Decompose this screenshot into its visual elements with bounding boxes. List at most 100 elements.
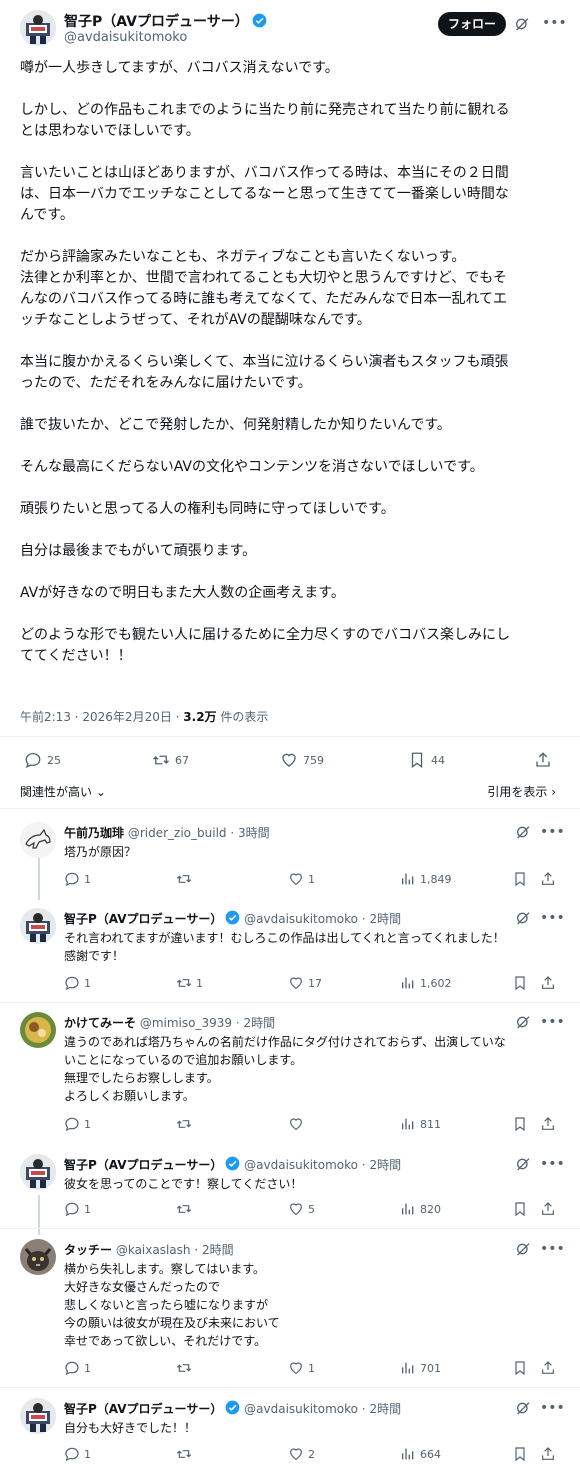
reply-button[interactable]: 1 bbox=[64, 1360, 91, 1376]
reply-item[interactable]: タッチー @kaixaslash · 2時間 ••• 横から失礼します。察しては… bbox=[0, 1239, 580, 1379]
grok-icon[interactable] bbox=[515, 1400, 531, 1416]
reply-author-name[interactable]: 智子P（AVプロデューサー） bbox=[64, 1402, 222, 1416]
share-button[interactable] bbox=[540, 1446, 556, 1462]
reply-item[interactable]: 智子P（AVプロデューサー） @avdaisukitomoko · 2時間 ••… bbox=[0, 1154, 580, 1228]
more-icon[interactable]: ••• bbox=[540, 911, 565, 925]
reply-author-handle[interactable]: @rider_zio_build bbox=[128, 826, 227, 840]
bookmark-button[interactable] bbox=[512, 1360, 528, 1376]
reply-author-name[interactable]: かけてみーそ bbox=[64, 1016, 136, 1030]
view-quotes-link[interactable]: 引用を表示 › bbox=[487, 783, 556, 800]
repost-button[interactable] bbox=[176, 1360, 196, 1376]
more-icon[interactable]: ••• bbox=[540, 1242, 565, 1256]
bookmark-button[interactable] bbox=[512, 871, 528, 887]
like-button[interactable]: 17 bbox=[288, 975, 322, 991]
views-button[interactable]: 820 bbox=[400, 1201, 441, 1217]
reply-separator: · bbox=[361, 1402, 366, 1416]
reply-count: 1 bbox=[84, 1361, 91, 1375]
repost-button[interactable] bbox=[176, 871, 196, 887]
follow-button[interactable]: フォロー bbox=[437, 12, 506, 36]
more-icon[interactable]: ••• bbox=[542, 16, 567, 30]
post-time[interactable]: 午前2:13 · 2026年2月20日 · bbox=[20, 710, 183, 724]
reply-avatar[interactable] bbox=[20, 908, 56, 944]
reply-item[interactable]: 智子P（AVプロデューサー） @avdaisukitomoko · 2時間 ••… bbox=[0, 908, 580, 998]
author-name[interactable]: 智子P（AVプロデューサー） bbox=[64, 11, 267, 31]
more-icon[interactable]: ••• bbox=[540, 1157, 565, 1171]
reply-time[interactable]: 2時間 bbox=[369, 1158, 401, 1172]
grok-icon[interactable] bbox=[515, 1156, 531, 1172]
reply-time[interactable]: 2時間 bbox=[369, 912, 401, 926]
reply-button[interactable]: 1 bbox=[64, 871, 91, 887]
share-button[interactable] bbox=[540, 1116, 556, 1132]
reply-avatar[interactable] bbox=[20, 1154, 56, 1190]
post-paragraph: 言いたいことは山ほどありますが、バコバス作ってる時は、本当にその２日間 は、日本… bbox=[20, 165, 509, 223]
views-count: 1,602 bbox=[420, 976, 452, 990]
bookmark-button[interactable]: 44 bbox=[408, 751, 445, 769]
like-button[interactable] bbox=[288, 1116, 308, 1132]
repost-button[interactable] bbox=[176, 1446, 196, 1462]
author-name-text: 智子P（AVプロデューサー） bbox=[64, 14, 249, 30]
more-icon[interactable]: ••• bbox=[540, 825, 565, 839]
repost-button[interactable]: 67 bbox=[152, 751, 189, 769]
reply-author-handle[interactable]: @mimiso_3939 bbox=[140, 1016, 232, 1030]
grok-icon[interactable] bbox=[515, 910, 531, 926]
reply-author-handle[interactable]: @avdaisukitomoko bbox=[244, 1158, 358, 1172]
reply-author-name[interactable]: タッチー bbox=[64, 1243, 112, 1257]
repost-button[interactable] bbox=[176, 1201, 196, 1217]
sort-dropdown[interactable]: 関連性が高い ⌄ bbox=[20, 783, 106, 800]
reply-author-name[interactable]: 午前乃珈琲 bbox=[64, 826, 124, 840]
share-button[interactable] bbox=[540, 1360, 556, 1376]
reply-author-name[interactable]: 智子P（AVプロデューサー） bbox=[64, 1158, 222, 1172]
reply-button[interactable]: 25 bbox=[24, 751, 61, 769]
reply-avatar[interactable] bbox=[20, 822, 56, 858]
bookmark-button[interactable] bbox=[512, 975, 528, 991]
bookmark-button[interactable] bbox=[512, 1116, 528, 1132]
reply-time[interactable]: 2時間 bbox=[369, 1402, 401, 1416]
reply-author-handle[interactable]: @avdaisukitomoko bbox=[244, 1402, 358, 1416]
share-button[interactable] bbox=[534, 751, 552, 769]
reply-separator: · bbox=[361, 912, 366, 926]
reply-button[interactable]: 1 bbox=[64, 975, 91, 991]
like-button[interactable]: 2 bbox=[288, 1446, 315, 1462]
views-button[interactable]: 664 bbox=[400, 1446, 441, 1462]
grok-icon[interactable] bbox=[515, 824, 531, 840]
bookmark-button[interactable] bbox=[512, 1446, 528, 1462]
reply-time[interactable]: 2時間 bbox=[202, 1243, 234, 1257]
author-avatar[interactable] bbox=[20, 10, 56, 46]
grok-icon[interactable] bbox=[515, 1241, 531, 1257]
reply-avatar[interactable] bbox=[20, 1239, 56, 1275]
views-button[interactable]: 1,849 bbox=[400, 871, 452, 887]
reply-item[interactable]: かけてみーそ @mimiso_3939 · 2時間 ••• 違うのであれば塔乃ち… bbox=[0, 1012, 580, 1142]
share-button[interactable] bbox=[540, 871, 556, 887]
reply-author-handle[interactable]: @kaixaslash bbox=[116, 1243, 191, 1257]
reply-item[interactable]: 午前乃珈琲 @rider_zio_build · 3時間 ••• 塔乃が原因？ … bbox=[0, 822, 580, 902]
grok-icon[interactable] bbox=[514, 16, 530, 32]
repost-button[interactable]: 1 bbox=[176, 975, 203, 991]
reply-author-name[interactable]: 智子P（AVプロデューサー） bbox=[64, 912, 222, 926]
more-icon[interactable]: ••• bbox=[540, 1015, 565, 1029]
share-button[interactable] bbox=[540, 975, 556, 991]
more-icon[interactable]: ••• bbox=[540, 1401, 565, 1415]
like-button[interactable]: 759 bbox=[280, 751, 324, 769]
verified-icon bbox=[225, 1400, 240, 1415]
reply-avatar[interactable] bbox=[20, 1398, 56, 1434]
like-button[interactable]: 5 bbox=[288, 1201, 315, 1217]
grok-icon[interactable] bbox=[515, 1014, 531, 1030]
author-handle[interactable]: @avdaisukitomoko bbox=[64, 30, 187, 45]
bookmark-button[interactable] bbox=[512, 1201, 528, 1217]
repost-button[interactable] bbox=[176, 1116, 196, 1132]
reply-button[interactable]: 1 bbox=[64, 1446, 91, 1462]
reply-item[interactable]: 智子P（AVプロデューサー） @avdaisukitomoko · 2時間 ••… bbox=[0, 1398, 580, 1466]
reply-author-handle[interactable]: @avdaisukitomoko bbox=[244, 912, 358, 926]
reply-button[interactable]: 1 bbox=[64, 1116, 91, 1132]
reply-time[interactable]: 3時間 bbox=[238, 826, 270, 840]
reply-avatar[interactable] bbox=[20, 1012, 56, 1048]
views-button[interactable]: 1,602 bbox=[400, 975, 452, 991]
reply-button[interactable]: 1 bbox=[64, 1201, 91, 1217]
like-button[interactable]: 1 bbox=[288, 871, 315, 887]
views-button[interactable]: 701 bbox=[400, 1360, 441, 1376]
reply-time[interactable]: 2時間 bbox=[244, 1016, 276, 1030]
like-button[interactable]: 1 bbox=[288, 1360, 315, 1376]
reply-separator: · bbox=[235, 1016, 240, 1030]
views-button[interactable]: 811 bbox=[400, 1116, 441, 1132]
share-button[interactable] bbox=[540, 1201, 556, 1217]
